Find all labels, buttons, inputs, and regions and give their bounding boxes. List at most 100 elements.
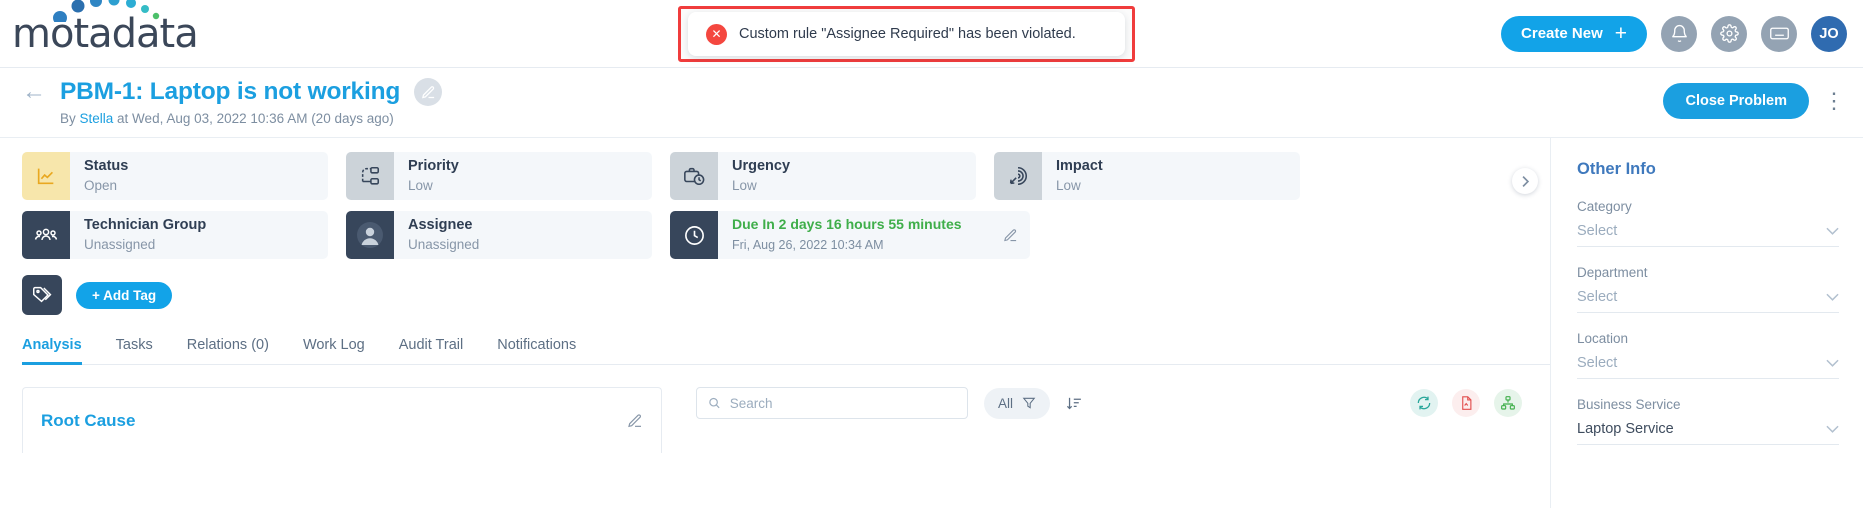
avatar-initials: JO xyxy=(1819,25,1839,42)
refresh-icon xyxy=(1417,396,1431,410)
page-body: Status Open Priority Low Urgency Low Imp… xyxy=(0,138,1863,508)
chevron-right-icon xyxy=(1521,175,1529,187)
tile-status-text: Status Open xyxy=(70,156,128,196)
location-select[interactable]: Select xyxy=(1577,355,1839,379)
gear-icon xyxy=(1719,24,1739,43)
tile-value: Open xyxy=(84,178,118,193)
keyboard-shortcuts-button[interactable] xyxy=(1761,15,1797,52)
tile-value: Low xyxy=(408,178,433,193)
category-select[interactable]: Select xyxy=(1577,223,1839,247)
tile-technician-group[interactable]: Technician Group Unassigned xyxy=(22,211,328,259)
tab-relations[interactable]: Relations (0) xyxy=(187,337,269,364)
field-tiles-row-1: Status Open Priority Low Urgency Low Imp… xyxy=(22,152,1550,200)
error-circle-icon: ✕ xyxy=(706,23,727,45)
edit-due-date-button[interactable] xyxy=(1003,228,1030,243)
field-department: Department Select xyxy=(1577,265,1839,313)
back-arrow-icon[interactable]: ← xyxy=(22,80,46,104)
search-box[interactable] xyxy=(696,387,968,419)
tile-urgency[interactable]: Urgency Low xyxy=(670,152,976,200)
pencil-icon xyxy=(1004,228,1017,241)
search-input[interactable] xyxy=(729,395,956,411)
tab-analysis[interactable]: Analysis xyxy=(22,337,82,365)
field-tiles: Status Open Priority Low Urgency Low Imp… xyxy=(22,152,1550,259)
tile-label: Status xyxy=(84,158,129,174)
chart-line-icon xyxy=(22,152,70,200)
top-actions: Create New + JO xyxy=(1501,15,1863,52)
tab-tasks[interactable]: Tasks xyxy=(116,337,153,364)
pencil-icon xyxy=(421,85,434,98)
edit-title-button[interactable] xyxy=(414,78,443,106)
field-label: Department xyxy=(1577,265,1648,280)
filter-chip[interactable]: All xyxy=(984,387,1050,419)
byline-prefix: By xyxy=(60,111,80,126)
pdf-icon xyxy=(1461,396,1471,410)
plus-icon: + xyxy=(1614,22,1627,45)
close-problem-button[interactable]: Close Problem xyxy=(1663,83,1809,119)
field-category: Category Select xyxy=(1577,199,1839,247)
chevron-down-icon xyxy=(1826,359,1839,367)
field-value: Laptop Service xyxy=(1577,421,1674,437)
export-pdf-button[interactable] xyxy=(1452,389,1480,417)
field-label: Business Service xyxy=(1577,397,1681,412)
tab-work-log[interactable]: Work Log xyxy=(303,337,365,364)
toast-highlight-box: ✕ Custom rule "Assignee Required" has be… xyxy=(678,6,1135,62)
field-tiles-row-2: Technician Group Unassigned Assignee Una… xyxy=(22,211,1550,259)
keyboard-icon xyxy=(1769,27,1789,40)
root-cause-title: Root Cause xyxy=(41,410,136,430)
tile-assignee[interactable]: Assignee Unassigned xyxy=(346,211,652,259)
due-sub: Fri, Aug 26, 2022 10:34 AM xyxy=(732,238,884,252)
settings-button[interactable] xyxy=(1711,15,1747,52)
briefcase-clock-icon xyxy=(670,152,718,200)
lower-panes: Root Cause Search All xyxy=(22,387,1550,453)
logo-dots-icon xyxy=(53,0,160,22)
tile-urgency-text: Urgency Low xyxy=(718,156,790,196)
create-new-button[interactable]: Create New + xyxy=(1501,15,1647,52)
tile-priority[interactable]: Priority Low xyxy=(346,152,652,200)
more-options-icon[interactable]: ⋮ xyxy=(1823,90,1845,112)
tab-notifications[interactable]: Notifications xyxy=(497,337,576,364)
tile-value: Low xyxy=(732,178,757,193)
byline-user[interactable]: Stella xyxy=(80,111,114,126)
top-bar: motadata ✕ Custom rule "Assignee Require… xyxy=(0,0,1863,68)
relations-icon xyxy=(1501,396,1515,410)
chevron-down-icon xyxy=(1826,293,1839,301)
other-info-title: Other Info xyxy=(1577,160,1656,178)
relations-button[interactable] xyxy=(1494,389,1522,417)
analysis-list-pane: All xyxy=(662,387,1550,453)
tab-audit-trail[interactable]: Audit Trail xyxy=(399,337,463,364)
tile-due-date[interactable]: Due In 2 days 16 hours 55 minutes Fri, A… xyxy=(670,211,1030,259)
user-avatar[interactable]: JO xyxy=(1811,15,1847,52)
tile-value: Unassigned xyxy=(84,237,156,252)
clock-icon xyxy=(670,211,718,259)
department-select[interactable]: Select xyxy=(1577,289,1839,313)
tiles-next-button[interactable] xyxy=(1512,168,1538,194)
sort-desc-icon xyxy=(1066,397,1081,409)
field-value: Select xyxy=(1577,223,1618,239)
title-row: ← PBM-1: Laptop is not working xyxy=(22,78,1847,106)
page-title[interactable]: PBM-1: Laptop is not working xyxy=(60,78,400,106)
due-label: Due In 2 days 16 hours 55 minutes xyxy=(732,216,962,232)
business-service-select[interactable]: Laptop Service xyxy=(1577,421,1839,445)
edit-root-cause-button[interactable] xyxy=(627,413,643,429)
brand-logo[interactable]: motadata xyxy=(0,0,199,54)
tile-label: Technician Group xyxy=(84,217,207,233)
page-title-bar: ← PBM-1: Laptop is not working By Stella… xyxy=(0,68,1863,138)
tile-impact[interactable]: Impact Low xyxy=(994,152,1300,200)
refresh-button[interactable] xyxy=(1410,389,1438,417)
tile-assignee-text: Assignee Unassigned xyxy=(394,215,479,255)
add-tag-button[interactable]: + Add Tag xyxy=(76,281,173,309)
search-icon xyxy=(709,397,720,409)
tile-value: Low xyxy=(1056,178,1081,193)
tile-impact-text: Impact Low xyxy=(1042,156,1103,196)
notifications-button[interactable] xyxy=(1661,15,1697,52)
error-toast[interactable]: ✕ Custom rule "Assignee Required" has be… xyxy=(688,12,1125,56)
sort-button[interactable] xyxy=(1066,395,1083,412)
tile-technician-group-text: Technician Group Unassigned xyxy=(70,215,206,255)
list-toolbar: All xyxy=(696,387,1550,419)
tile-status[interactable]: Status Open xyxy=(22,152,328,200)
field-label: Location xyxy=(1577,331,1629,346)
tag-icon xyxy=(22,275,62,315)
tile-label: Impact xyxy=(1056,158,1103,174)
tile-label: Assignee xyxy=(408,217,473,233)
toast-message: Custom rule "Assignee Required" has been… xyxy=(739,26,1076,42)
